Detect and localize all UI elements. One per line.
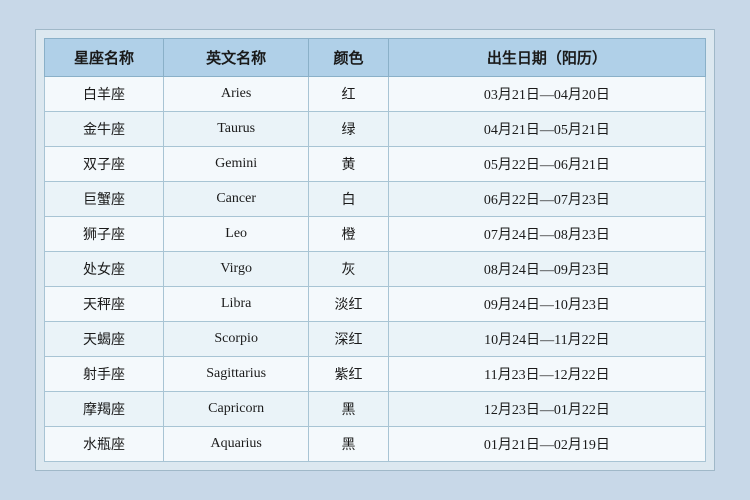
cell-zh: 天蝎座 [45,322,164,357]
cell-en: Cancer [163,182,308,217]
cell-color: 灰 [309,252,388,287]
cell-zh: 处女座 [45,252,164,287]
table-row: 摩羯座Capricorn黑12月23日—01月22日 [45,392,706,427]
cell-color: 白 [309,182,388,217]
header-color: 颜色 [309,39,388,77]
zodiac-table-container: 星座名称 英文名称 颜色 出生日期（阳历） 白羊座Aries红03月21日—04… [35,29,715,471]
cell-color: 黄 [309,147,388,182]
cell-date: 12月23日—01月22日 [388,392,705,427]
cell-color: 红 [309,77,388,112]
cell-color: 黑 [309,392,388,427]
table-row: 双子座Gemini黄05月22日—06月21日 [45,147,706,182]
cell-en: Libra [163,287,308,322]
zodiac-table: 星座名称 英文名称 颜色 出生日期（阳历） 白羊座Aries红03月21日—04… [44,38,706,462]
cell-en: Gemini [163,147,308,182]
cell-en: Aries [163,77,308,112]
cell-date: 05月22日—06月21日 [388,147,705,182]
table-row: 水瓶座Aquarius黑01月21日—02月19日 [45,427,706,462]
cell-color: 绿 [309,112,388,147]
cell-zh: 射手座 [45,357,164,392]
table-header-row: 星座名称 英文名称 颜色 出生日期（阳历） [45,39,706,77]
cell-color: 淡红 [309,287,388,322]
cell-date: 09月24日—10月23日 [388,287,705,322]
cell-zh: 摩羯座 [45,392,164,427]
header-zh-name: 星座名称 [45,39,164,77]
cell-color: 黑 [309,427,388,462]
cell-color: 紫红 [309,357,388,392]
cell-en: Virgo [163,252,308,287]
table-row: 狮子座Leo橙07月24日—08月23日 [45,217,706,252]
cell-zh: 天秤座 [45,287,164,322]
cell-en: Leo [163,217,308,252]
cell-color: 橙 [309,217,388,252]
table-row: 天秤座Libra淡红09月24日—10月23日 [45,287,706,322]
cell-en: Sagittarius [163,357,308,392]
cell-en: Capricorn [163,392,308,427]
header-date: 出生日期（阳历） [388,39,705,77]
cell-zh: 双子座 [45,147,164,182]
table-row: 金牛座Taurus绿04月21日—05月21日 [45,112,706,147]
cell-date: 04月21日—05月21日 [388,112,705,147]
cell-color: 深红 [309,322,388,357]
cell-zh: 水瓶座 [45,427,164,462]
cell-date: 06月22日—07月23日 [388,182,705,217]
cell-zh: 狮子座 [45,217,164,252]
table-row: 处女座Virgo灰08月24日—09月23日 [45,252,706,287]
cell-en: Taurus [163,112,308,147]
cell-date: 07月24日—08月23日 [388,217,705,252]
cell-date: 10月24日—11月22日 [388,322,705,357]
table-row: 射手座Sagittarius紫红11月23日—12月22日 [45,357,706,392]
table-row: 天蝎座Scorpio深红10月24日—11月22日 [45,322,706,357]
cell-date: 03月21日—04月20日 [388,77,705,112]
cell-date: 08月24日—09月23日 [388,252,705,287]
cell-zh: 白羊座 [45,77,164,112]
cell-en: Scorpio [163,322,308,357]
cell-en: Aquarius [163,427,308,462]
table-row: 巨蟹座Cancer白06月22日—07月23日 [45,182,706,217]
table-row: 白羊座Aries红03月21日—04月20日 [45,77,706,112]
header-en-name: 英文名称 [163,39,308,77]
cell-zh: 金牛座 [45,112,164,147]
cell-zh: 巨蟹座 [45,182,164,217]
cell-date: 01月21日—02月19日 [388,427,705,462]
cell-date: 11月23日—12月22日 [388,357,705,392]
